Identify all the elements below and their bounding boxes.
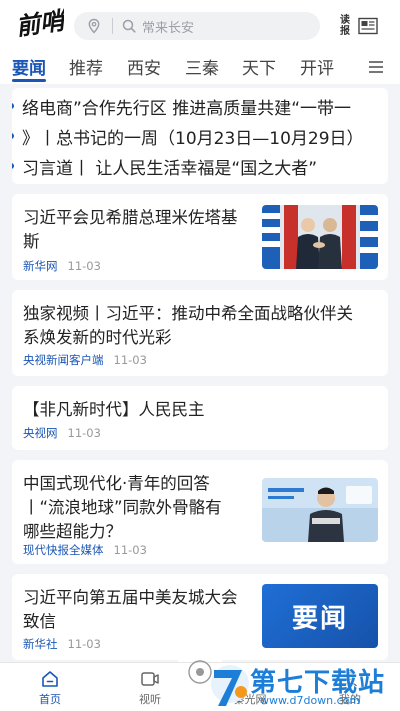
- news-card[interactable]: 习近平会见希腊总理米佐塔基 斯 新华网 11-03: [12, 194, 388, 280]
- news-meta: 央视新闻客户端 11-03: [23, 352, 147, 368]
- news-meta: 央视网 11-03: [23, 425, 101, 441]
- menu-icon[interactable]: [368, 60, 384, 74]
- bullet-dot: [12, 163, 14, 169]
- news-source: 央视网: [23, 426, 58, 440]
- news-title: 习近平会见希腊总理米佐塔基 斯: [23, 208, 238, 251]
- app-screen: 前哨 常来长安 读报 要闻 推荐 西安 三秦 天下 开评 络电商”合作先行区 推…: [0, 0, 400, 711]
- news-source: 新华网: [23, 259, 58, 273]
- tab-xian[interactable]: 西安: [127, 54, 161, 79]
- news-thumbnail: 要闻: [262, 584, 378, 648]
- home-icon: [42, 671, 58, 687]
- news-thumbnail: [262, 478, 378, 542]
- news-meta: 新华社 11-03: [23, 636, 101, 652]
- search-icon: [122, 19, 136, 33]
- ticker-item[interactable]: 络电商”合作先行区 推进高质量共建“一带一: [12, 94, 351, 119]
- app-logo[interactable]: 前哨: [14, 2, 64, 46]
- nav-home[interactable]: 首页: [25, 669, 75, 707]
- news-date: 11-03: [67, 426, 101, 440]
- search-bar[interactable]: 常来长安: [74, 12, 320, 40]
- news-title: 习近平向第五届中美友城大会 致信: [23, 588, 238, 631]
- read-paper-label: 读报: [340, 15, 350, 37]
- news-source: 央视新闻客户端: [23, 353, 104, 367]
- channel-tabs: 要闻 推荐 西安 三秦 天下 开评: [0, 50, 400, 84]
- news-source: 新华社: [23, 637, 58, 651]
- headline-ticker: 络电商”合作先行区 推进高质量共建“一带一 》丨总书记的一周（10月23日—10…: [12, 88, 388, 184]
- bullet-dot: [12, 133, 14, 139]
- thumbnail-label: 要闻: [291, 603, 348, 634]
- news-date: 11-03: [67, 259, 101, 273]
- tab-kaiping[interactable]: 开评: [300, 54, 334, 79]
- news-meta: 现代快报全媒体 11-03: [23, 542, 147, 558]
- active-tab-indicator: [12, 79, 46, 82]
- read-paper-button[interactable]: 读报: [340, 14, 380, 38]
- news-card[interactable]: 中国式现代化·青年的回答 丨“流浪地球”同款外骨骼有 哪些超能力？ 现代快报全媒…: [12, 460, 388, 564]
- news-date: 11-03: [113, 353, 147, 367]
- search-divider: [112, 18, 113, 34]
- news-card[interactable]: 习近平向第五届中美友城大会 致信 新华社 11-03 要闻: [12, 574, 388, 660]
- site-watermark: 第七下载站 www.d7down.com: [208, 658, 394, 710]
- news-source: 现代快报全媒体: [23, 543, 104, 557]
- watermark-url: www.d7down.com: [260, 694, 361, 707]
- top-header: 前哨 常来长安 读报: [0, 0, 400, 50]
- tab-tianxia[interactable]: 天下: [242, 54, 276, 79]
- bullet-dot: [12, 103, 14, 109]
- tab-tuijian[interactable]: 推荐: [69, 54, 103, 79]
- news-thumbnail: [262, 205, 378, 269]
- watermark-logo-icon: [211, 665, 249, 706]
- tab-yaowen[interactable]: 要闻: [12, 54, 46, 79]
- newspaper-icon: [358, 17, 378, 35]
- nav-video[interactable]: 视听: [125, 669, 175, 707]
- location-pin-icon[interactable]: [86, 18, 102, 34]
- news-title: 独家视频丨习近平：推动中希全面战略伙伴关 系焕发新的时代光彩: [23, 304, 353, 347]
- ticker-item[interactable]: 》丨总书记的一周（10月23日—10月29日）: [12, 124, 364, 149]
- news-card[interactable]: 【非凡新时代】人民民主 央视网 11-03: [12, 386, 388, 450]
- news-title: 【非凡新时代】人民民主: [23, 400, 205, 419]
- tab-sanqin[interactable]: 三秦: [185, 54, 219, 79]
- news-title: 中国式现代化·青年的回答 丨“流浪地球”同款外骨骼有 哪些超能力？: [23, 474, 222, 541]
- news-meta: 新华网 11-03: [23, 258, 101, 274]
- ticker-item[interactable]: 习言道丨 让人民生活幸福是“国之大者”: [12, 154, 317, 179]
- news-date: 11-03: [113, 543, 147, 557]
- video-icon: [141, 672, 159, 686]
- svg-text:前哨: 前哨: [14, 5, 64, 41]
- news-date: 11-03: [67, 637, 101, 651]
- news-card[interactable]: 独家视频丨习近平：推动中希全面战略伙伴关 系焕发新的时代光彩 央视新闻客户端 11…: [12, 290, 388, 376]
- search-placeholder: 常来长安: [142, 20, 195, 36]
